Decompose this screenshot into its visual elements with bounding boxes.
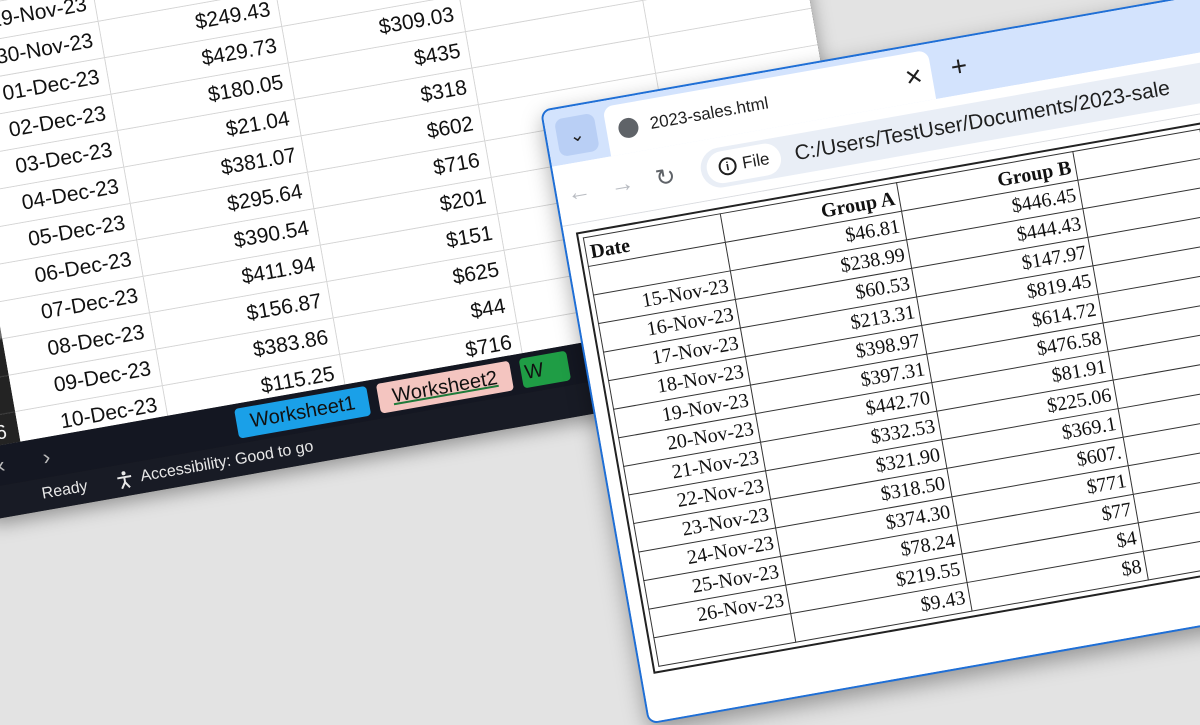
tab-search-button[interactable]: ⌄ bbox=[553, 112, 600, 158]
info-icon: i bbox=[717, 155, 739, 177]
accessibility-icon bbox=[117, 471, 132, 490]
reload-icon[interactable]: ↻ bbox=[641, 159, 689, 195]
site-info-chip[interactable]: i File bbox=[704, 141, 784, 186]
chevron-down-icon: ⌄ bbox=[567, 123, 586, 146]
browser-window: ⌄ 2023-sales.html ✕ + ← → ↻ i File C:/Us… bbox=[540, 0, 1200, 725]
new-tab-button[interactable]: + bbox=[948, 49, 970, 83]
forward-arrow-icon[interactable]: → bbox=[598, 167, 646, 202]
back-arrow-icon[interactable]: ← bbox=[555, 175, 603, 210]
globe-icon bbox=[616, 116, 641, 140]
sales-table: Date Group A Group B $46.81 $446.45 15-Nov… bbox=[576, 121, 1200, 675]
site-info-label: File bbox=[740, 149, 771, 173]
close-tab-icon[interactable]: ✕ bbox=[894, 62, 934, 94]
sheet-nav-next-button[interactable]: › bbox=[22, 441, 72, 475]
status-ready: Ready bbox=[40, 477, 89, 503]
sheet-tab-worksheet3[interactable]: W bbox=[518, 350, 571, 389]
